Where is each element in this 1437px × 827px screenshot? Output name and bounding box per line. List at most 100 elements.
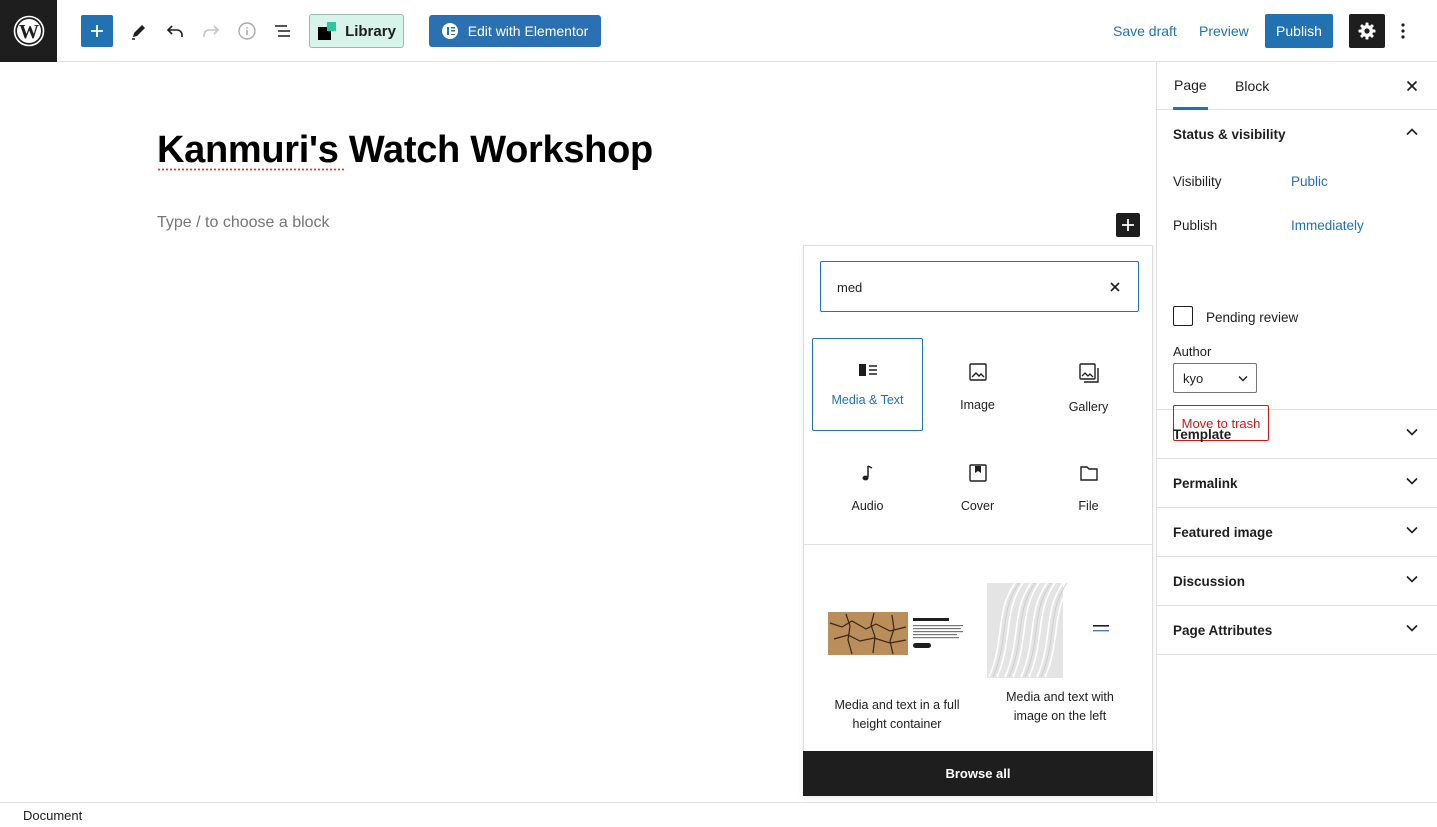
panel-discussion[interactable]: Discussion — [1157, 557, 1437, 606]
image-icon — [968, 363, 987, 381]
block-file[interactable]: File — [1033, 439, 1144, 532]
more-options-button[interactable] — [1392, 15, 1414, 47]
panel-page-attributes[interactable]: Page Attributes — [1157, 606, 1437, 655]
info-icon — [238, 22, 256, 40]
panel-permalink[interactable]: Permalink — [1157, 459, 1437, 508]
media-text-icon — [858, 364, 877, 376]
list-view-icon — [275, 25, 290, 37]
audio-icon — [862, 465, 872, 481]
block-appender-placeholder[interactable]: Type / to choose a block — [157, 214, 330, 232]
pattern-label-line: height container — [852, 717, 942, 731]
block-image[interactable]: Image — [922, 338, 1033, 431]
clear-search-button[interactable] — [1106, 278, 1124, 296]
browse-all-button[interactable]: Browse all — [803, 751, 1153, 796]
breadcrumb-document[interactable]: Document — [23, 808, 82, 823]
more-vertical-icon — [1401, 23, 1405, 39]
svg-text:W: W — [19, 21, 39, 43]
block-label: Cover — [960, 499, 995, 513]
tools-button[interactable] — [123, 15, 155, 47]
close-icon — [1110, 282, 1120, 292]
panel-template[interactable]: Template — [1157, 410, 1437, 459]
pending-review-checkbox[interactable] — [1173, 306, 1193, 326]
pattern-label-line: Media and text in a full — [834, 698, 960, 712]
chevron-down-icon — [1238, 376, 1248, 382]
visibility-label: Visibility — [1173, 174, 1222, 189]
add-block-button[interactable] — [81, 15, 113, 47]
wordpress-logo-button[interactable]: W — [0, 0, 57, 62]
chevron-down-icon — [1406, 575, 1418, 583]
pattern-media-text-image-left[interactable]: Media and text with image on the left — [982, 581, 1138, 726]
post-title[interactable]: Kanmuri's Watch Workshop — [157, 129, 653, 172]
inserter-divider — [804, 544, 1152, 545]
redo-icon — [203, 25, 220, 37]
chevron-down-icon — [1406, 477, 1418, 485]
tab-page[interactable]: Page — [1173, 62, 1208, 110]
panel-title: Status & visibility — [1173, 127, 1286, 142]
author-label: Author — [1173, 344, 1212, 359]
list-view-button[interactable] — [267, 15, 299, 47]
gallery-icon — [1078, 363, 1099, 383]
redo-button[interactable] — [195, 15, 227, 47]
close-icon — [1406, 80, 1418, 92]
chevron-up-icon — [1406, 128, 1418, 136]
status-visibility-toggle[interactable]: Status & visibility — [1157, 110, 1437, 159]
block-label: Media & Text — [831, 393, 904, 407]
publish-label: Publish — [1173, 218, 1218, 233]
pending-review-label: Pending review — [1206, 310, 1299, 325]
pattern-label-line: Media and text with — [1006, 690, 1114, 704]
sidebar-tabs: Page Block — [1157, 62, 1437, 110]
pattern-media-text-full-height[interactable]: Media and text in a full height containe… — [824, 609, 970, 734]
library-button[interactable]: Library — [309, 14, 404, 48]
panel-title: Page Attributes — [1173, 622, 1273, 638]
settings-sidebar: Page Block Status & visibility Visibilit… — [1156, 62, 1437, 802]
block-cover[interactable]: Cover — [922, 439, 1033, 532]
save-draft-button[interactable]: Save draft — [1113, 15, 1177, 47]
panel-title: Template — [1173, 426, 1232, 442]
settings-button[interactable] — [1349, 14, 1385, 48]
elementor-icon — [441, 23, 458, 39]
publish-date-toggle[interactable]: Immediately — [1291, 218, 1364, 233]
block-search-box — [820, 261, 1139, 312]
pattern-preview-abstract-waves — [987, 582, 1109, 678]
pattern-preview-cracked-earth — [828, 612, 963, 655]
preview-button[interactable]: Preview — [1199, 15, 1249, 47]
panel-title: Discussion — [1173, 573, 1246, 589]
cover-icon — [968, 464, 987, 482]
block-label: Audio — [851, 499, 884, 513]
status-visibility-panel: Status & visibility Visibility Public Pu… — [1157, 110, 1437, 441]
plus-icon — [1122, 219, 1134, 231]
gear-icon — [1358, 22, 1376, 40]
pattern-label: Media and text in a full height containe… — [824, 696, 970, 734]
block-media-text[interactable]: Media & Text — [812, 338, 923, 431]
block-audio[interactable]: Audio — [812, 439, 923, 532]
block-label: File — [1078, 499, 1099, 513]
block-search-input[interactable] — [837, 278, 1097, 296]
tab-block[interactable]: Block — [1234, 62, 1270, 110]
edit-with-elementor-button[interactable]: Edit with Elementor — [429, 15, 601, 47]
inline-add-block-button[interactable] — [1116, 213, 1140, 237]
spellcheck-underline — [157, 168, 345, 171]
visibility-toggle[interactable]: Public — [1291, 174, 1328, 189]
elementor-label: Edit with Elementor — [467, 23, 589, 39]
library-label: Library — [345, 22, 396, 40]
block-label: Gallery — [1068, 400, 1109, 414]
chevron-down-icon — [1406, 526, 1418, 534]
close-sidebar-button[interactable] — [1402, 76, 1422, 96]
file-icon — [1079, 466, 1098, 481]
block-gallery[interactable]: Gallery — [1033, 338, 1144, 431]
author-select[interactable]: kyo — [1173, 363, 1257, 393]
undo-button[interactable] — [159, 15, 191, 47]
chevron-down-icon — [1406, 428, 1418, 436]
details-button[interactable] — [231, 15, 263, 47]
undo-icon — [166, 25, 183, 37]
block-breadcrumb-footer: Document — [0, 802, 1437, 827]
panel-title: Featured image — [1173, 524, 1273, 540]
plus-icon — [91, 25, 103, 37]
block-label: Image — [960, 398, 995, 412]
chevron-down-icon — [1406, 624, 1418, 632]
publish-button[interactable]: Publish — [1265, 14, 1333, 48]
pattern-label-line: image on the left — [1013, 709, 1107, 723]
panel-featured-image[interactable]: Featured image — [1157, 508, 1437, 557]
editor-header: W Library Edit with Elementor Save draft… — [0, 0, 1437, 62]
library-logo-icon — [318, 22, 337, 40]
